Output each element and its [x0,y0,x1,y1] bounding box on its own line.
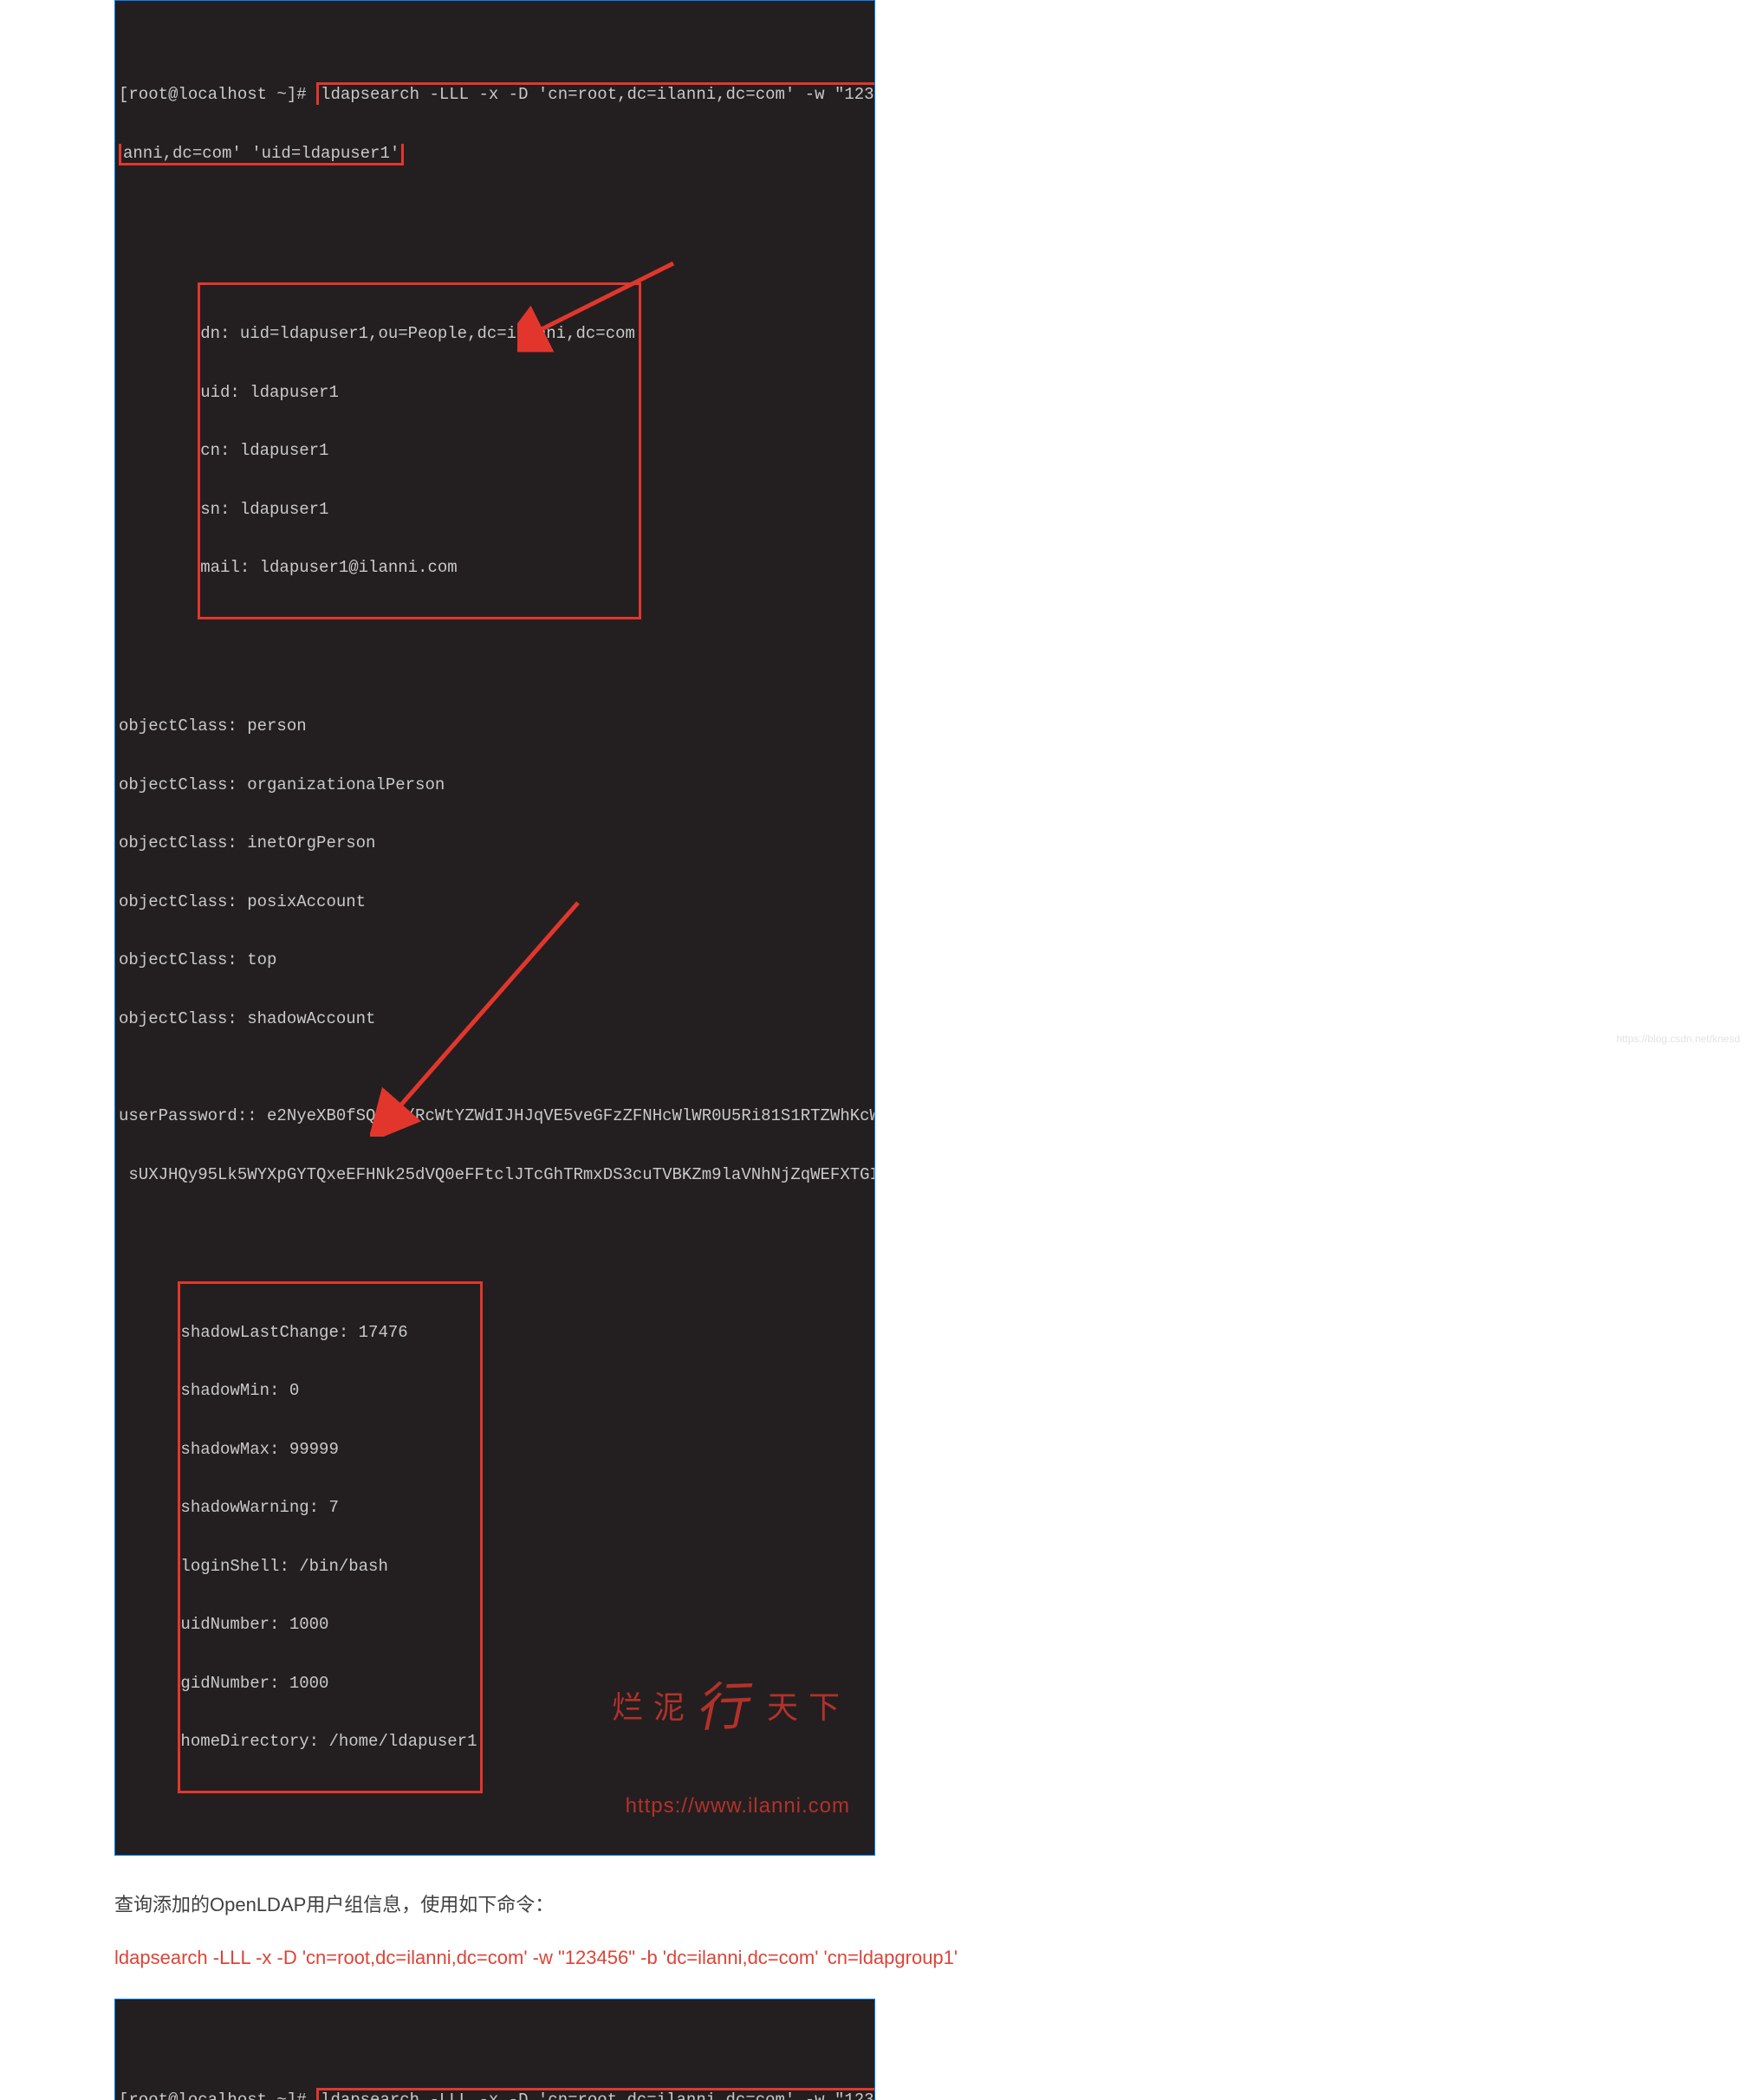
result-line: dn: uid=ldapuser1,ou=People,dc=ilanni,dc… [200,324,635,344]
result-line: shadowWarning: 7 [180,1498,477,1518]
command-text: ldapsearch -LLL -x -D 'cn=root,dc=ilanni… [114,1947,1241,1969]
result-line: uidNumber: 1000 [180,1615,477,1635]
footer-watermark: https://blog.csdn.net/knesd [1616,1033,1740,1045]
output-line: userPassword:: e2NyeXB0fSQ2JD/RcWtYZWdIJ… [119,1106,874,1126]
output-line: objectClass: organizationalPerson [119,775,874,795]
output-line: sUXJHQy95Lk5WYXpGYTQxeEFHNk25dVQ0eFFtclJ… [119,1165,874,1185]
result-line: loginShell: /bin/bash [180,1557,477,1577]
cmd-box-bottom: anni,dc=com' 'uid=ldapuser1' [119,144,404,166]
watermark-text: 烂泥 [612,1690,695,1725]
prompt: [root@localhost ~]# [119,85,316,104]
output-line: objectClass: top [119,950,874,970]
prompt: [root@localhost ~]# [119,2090,316,2100]
watermark: 烂泥行 天下 https://www.ilanni.com [430,1611,850,1850]
result-line: shadowLastChange: 17476 [180,1323,477,1343]
screenshot-1: [root@localhost ~]# ldapsearch -LLL -x -… [114,0,875,1856]
cmd-box-top: ldapsearch -LLL -x -D 'cn=root,dc=ilanni… [316,82,874,105]
watermark-text: 行 [694,1681,750,1734]
output-line: objectClass: person [119,716,874,736]
cmd-box-top: ldapsearch -LLL -x -D 'cn=root,dc=ilanni… [316,2088,874,2100]
screenshot-2: [root@localhost ~]# ldapsearch -LLL -x -… [114,1999,875,2100]
watermark-text: 天下 [767,1690,850,1725]
result-line: sn: ldapuser1 [200,500,635,520]
result-line: homeDirectory: /home/ldapuser1 [180,1732,477,1752]
result-line: gidNumber: 1000 [180,1674,477,1694]
output-line: objectClass: shadowAccount [119,1009,874,1029]
result-box-2: shadowLastChange: 17476 shadowMin: 0 sha… [178,1281,483,1793]
result-line: shadowMin: 0 [180,1381,477,1401]
output-line: objectClass: inetOrgPerson [119,833,874,853]
output-line: objectClass: posixAccount [119,892,874,912]
result-line: mail: ldapuser1@ilanni.com [200,558,635,578]
watermark-url: https://www.ilanni.com [430,1796,850,1817]
result-line: uid: ldapuser1 [200,383,635,403]
result-line: cn: ldapuser1 [200,441,635,461]
result-box-1: dn: uid=ldapuser1,ou=People,dc=ilanni,dc… [198,282,641,619]
paragraph: 查询添加的OpenLDAP用户组信息，使用如下命令： [114,1889,1241,1917]
result-line: shadowMax: 99999 [180,1440,477,1460]
